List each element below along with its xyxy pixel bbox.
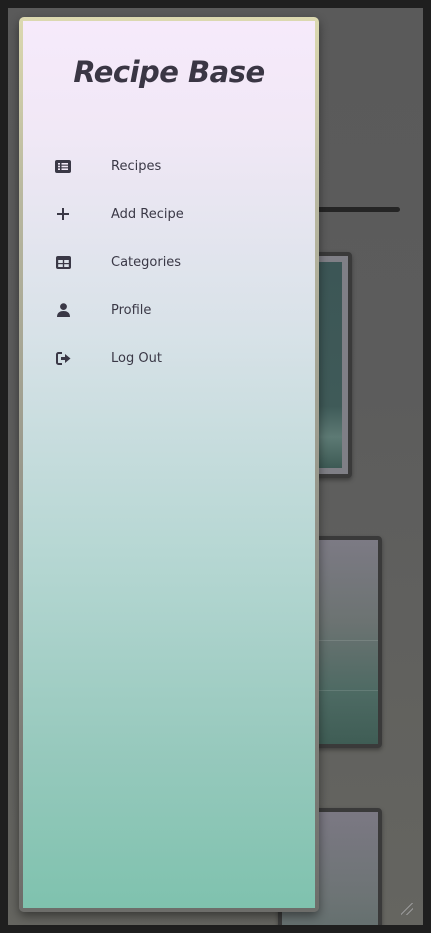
nav-item-profile[interactable]: Profile	[23, 286, 315, 334]
nav-item-categories[interactable]: Categories	[23, 238, 315, 286]
nav-item-label: Categories	[111, 254, 182, 270]
navigation-drawer: Recipe Base Recipes Add Recipe Categorie…	[19, 17, 319, 912]
nav-item-label: Log Out	[111, 350, 162, 366]
drawer-nav: Recipes Add Recipe Categories Profile Lo…	[23, 142, 315, 382]
nav-item-label: Add Recipe	[111, 206, 184, 222]
table-icon	[54, 253, 72, 271]
plus-icon	[54, 205, 72, 223]
nav-item-label: Recipes	[111, 158, 162, 174]
drawer-title: Recipe Base	[73, 55, 265, 89]
nav-item-add-recipe[interactable]: Add Recipe	[23, 190, 315, 238]
nav-item-log-out[interactable]: Log Out	[23, 334, 315, 382]
sign-out-icon	[54, 349, 72, 367]
user-icon	[54, 301, 72, 319]
resize-grip-icon[interactable]	[401, 903, 413, 915]
nav-item-recipes[interactable]: Recipes	[23, 142, 315, 190]
drawer-panel: Recipe Base Recipes Add Recipe Categorie…	[23, 21, 315, 908]
list-icon	[54, 157, 72, 175]
nav-item-label: Profile	[111, 302, 152, 318]
